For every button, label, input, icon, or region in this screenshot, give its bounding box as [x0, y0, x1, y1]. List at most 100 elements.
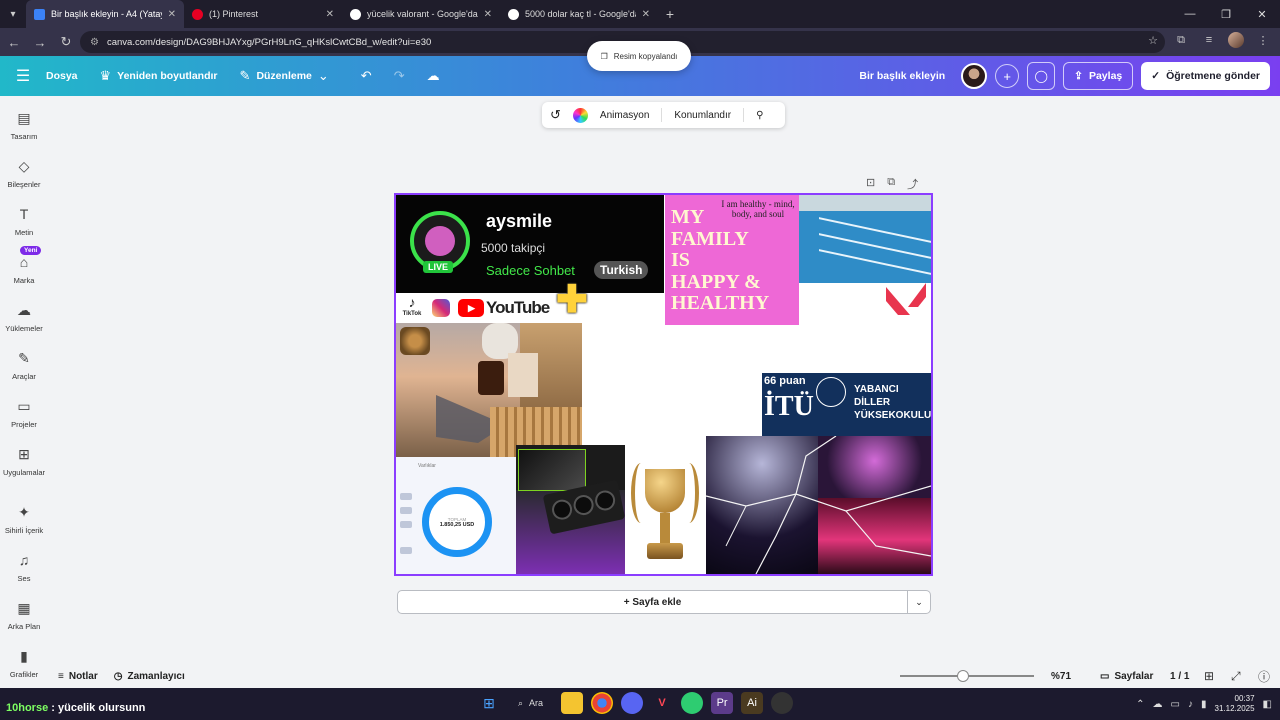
reload-icon[interactable]: ↻ — [54, 30, 78, 54]
start-icon[interactable]: ⊞ — [478, 692, 500, 714]
clock[interactable]: 00:37 31.12.2025 — [1215, 694, 1255, 714]
sidebar-item-audio[interactable]: ♫ Ses — [0, 552, 48, 583]
design-page[interactable]: LIVE aysmile 5000 takipçi Sadece Sohbet … — [394, 193, 933, 576]
plus-icon[interactable]: ✚ — [556, 277, 588, 322]
graphics-card-image[interactable] — [516, 445, 626, 574]
resize-button[interactable]: ♛ Yeniden boyutlandır — [100, 68, 218, 84]
premiere-icon[interactable]: Pr — [711, 692, 734, 714]
browser-tab-canva[interactable]: Bir başlık ekleyin - A4 (Yatay) ✕ — [26, 0, 184, 28]
bookmark-star-icon[interactable]: ☆ — [1144, 34, 1162, 47]
add-collaborator-button[interactable]: + — [995, 64, 1020, 88]
magic-edit-icon[interactable]: ↺ — [550, 107, 561, 123]
add-page-icon[interactable]: ⤴ — [907, 176, 918, 192]
back-arrow-icon[interactable]: ← — [2, 30, 26, 54]
valorant-icon[interactable]: V — [651, 692, 673, 714]
avatar[interactable] — [961, 63, 988, 89]
close-icon[interactable]: ✕ — [168, 9, 176, 20]
volume-icon[interactable]: ♪ — [1188, 699, 1193, 710]
cloud-save-button[interactable]: ☁ — [427, 68, 440, 84]
browser-tab-google-dollar[interactable]: 5000 dolar kaç tl - Google'da A ✕ — [500, 0, 658, 28]
chevron-up-icon[interactable]: ⌃ — [1136, 699, 1144, 710]
paint-format-icon[interactable]: ⚲ — [756, 110, 763, 121]
photo-collage[interactable] — [396, 323, 582, 457]
sidebar-item-text[interactable]: T Metin — [0, 206, 48, 237]
close-icon[interactable]: ✕ — [484, 9, 492, 20]
gpu-fan-icon — [550, 497, 574, 522]
close-icon[interactable]: ✕ — [326, 9, 334, 20]
sidebar-item-projects[interactable]: ▭ Projeler — [0, 398, 48, 429]
itu-banner[interactable]: 66 puan İTÜ YABANCI DİLLER YÜKSEKOKULU — [762, 373, 931, 436]
animate-button[interactable]: Animasyon — [600, 110, 649, 121]
timer-button[interactable]: ◷ Zamanlayıcı — [114, 671, 185, 682]
affirmation-card[interactable]: I am healthy - mind, body, and soul MY FA… — [665, 195, 799, 325]
document-title[interactable]: Bir başlık ekleyin — [859, 70, 945, 82]
notification-icon[interactable]: ◧ — [1263, 699, 1272, 710]
browser-tab-pinterest[interactable]: (1) Pinterest ✕ — [184, 0, 342, 28]
notes-button[interactable]: ≡ Notlar — [58, 671, 98, 682]
menu-icon[interactable]: ☰ — [0, 66, 46, 86]
grid-view-icon[interactable]: ⊞ — [1204, 669, 1214, 683]
help-icon[interactable]: ⓘ — [1258, 668, 1270, 685]
sidebar-item-uploads[interactable]: ☁ Yüklemeler — [0, 302, 48, 333]
chrome-icon[interactable] — [591, 692, 614, 714]
sidebar-item-tools[interactable]: ✎ Araçlar — [0, 350, 48, 381]
sidebar-item-background[interactable]: ▦ Arka Plan — [0, 600, 48, 631]
fullscreen-icon[interactable]: ⤢ — [1231, 669, 1241, 684]
close-icon[interactable]: ✕ — [642, 9, 650, 20]
concert-photo[interactable] — [706, 436, 818, 574]
sidebar-item-brand[interactable]: ⌂ Marka — [0, 254, 48, 285]
sidebar-item-elements[interactable]: ◇ Bileşenler — [0, 158, 48, 189]
cloud-icon[interactable]: ☁ — [1153, 699, 1163, 710]
monitor-icon[interactable]: ▭ — [1171, 699, 1180, 710]
chevron-down-icon[interactable]: ⌄ — [908, 590, 931, 614]
duplicate-page-icon[interactable]: ⧉ — [887, 176, 895, 192]
editing-mode-button[interactable]: ✎ Düzenleme ⌄ — [240, 68, 329, 84]
reading-list-icon[interactable]: ≡ — [1200, 34, 1218, 46]
file-menu-button[interactable]: Dosya — [46, 70, 78, 82]
send-to-teacher-button[interactable]: ✓ Öğretmene gönder — [1141, 62, 1270, 90]
taskbar-search[interactable]: ⌕ Ara — [508, 692, 553, 714]
extensions-icon[interactable]: ⧉ — [1172, 34, 1190, 47]
tab-search-icon[interactable]: ▾ — [0, 0, 26, 28]
comments-button[interactable]: ◯ — [1027, 62, 1056, 90]
zoom-slider[interactable] — [900, 670, 1034, 682]
forward-arrow-icon[interactable]: → — [28, 30, 52, 54]
restore-icon[interactable]: ❐ — [1208, 0, 1244, 28]
live-stream-banner[interactable]: LIVE aysmile 5000 takipçi Sadece Sohbet … — [396, 195, 664, 293]
share-button[interactable]: ⇪ Paylaş — [1063, 62, 1134, 90]
position-button[interactable]: Konumlandır — [674, 110, 731, 121]
illustrator-icon[interactable]: Ai — [741, 692, 764, 714]
battery-icon[interactable]: ▮ — [1201, 699, 1207, 710]
concert-photo[interactable] — [818, 436, 931, 498]
redo-button[interactable]: ↷ — [394, 68, 405, 84]
pool-lane — [819, 217, 931, 243]
app-icon[interactable] — [681, 692, 704, 714]
new-tab-button[interactable]: + — [658, 6, 682, 22]
site-info-icon[interactable]: ⚙ — [90, 37, 99, 48]
obs-icon[interactable] — [771, 692, 794, 714]
tab-title: (1) Pinterest — [209, 9, 259, 19]
file-explorer-icon[interactable] — [561, 692, 584, 714]
add-page-button[interactable]: + Sayfa ekle — [397, 590, 908, 614]
sidebar-item-magic[interactable]: ✦ Sihirli İçerik — [0, 504, 48, 535]
trophy-image[interactable] — [625, 457, 706, 574]
sidebar-item-design[interactable]: ▤ Tasarım — [0, 110, 48, 141]
color-wheel-icon[interactable] — [572, 107, 588, 123]
swimming-pool-image[interactable] — [799, 195, 931, 283]
concert-photo[interactable] — [818, 498, 931, 574]
lock-icon[interactable]: ⊡ — [866, 176, 875, 192]
zoom-slider-handle[interactable] — [956, 670, 969, 682]
profile-avatar[interactable] — [1228, 32, 1244, 48]
pages-button[interactable]: ▭ Sayfalar — [1100, 671, 1153, 682]
close-window-icon[interactable]: ✕ — [1244, 0, 1280, 28]
browser-tab-google-valorant[interactable]: yücelik valorant - Google'da Ar ✕ — [342, 0, 500, 28]
sidebar-item-apps[interactable]: ⊞ Uygulamalar — [0, 446, 48, 477]
minimize-icon[interactable]: — — [1172, 0, 1208, 28]
valorant-logo-icon[interactable] — [886, 283, 930, 319]
discord-icon[interactable] — [621, 692, 644, 714]
sidebar-item-charts[interactable]: ▮ Grafikler — [0, 648, 48, 679]
zoom-level[interactable]: %71 — [1051, 671, 1071, 682]
browser-menu-icon[interactable]: ⋮ — [1254, 34, 1272, 47]
undo-button[interactable]: ↶ — [361, 68, 372, 84]
finance-app-screenshot[interactable]: Varlıklar TOPLAM 1.850,25 USD — [396, 457, 516, 574]
